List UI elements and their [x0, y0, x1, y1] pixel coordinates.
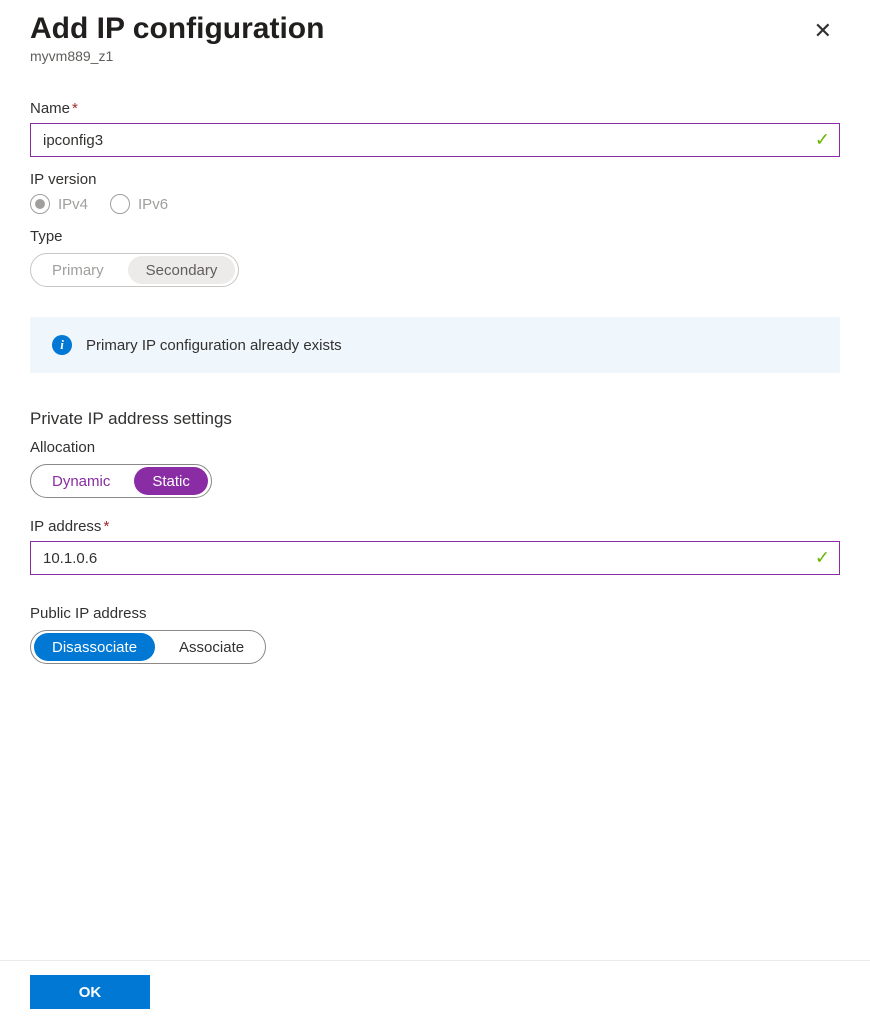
ipversion-label: IP version: [30, 171, 840, 188]
ipaddress-input[interactable]: [30, 541, 840, 575]
name-input[interactable]: [30, 123, 840, 157]
info-banner: i Primary IP configuration already exist…: [30, 317, 840, 373]
public-ip-label: Public IP address: [30, 605, 840, 622]
info-icon: i: [52, 335, 72, 355]
public-ip-associate-option[interactable]: Associate: [161, 633, 262, 661]
radio-checked-icon: [30, 194, 50, 214]
type-toggle: Primary Secondary: [30, 253, 239, 287]
allocation-toggle[interactable]: Dynamic Static: [30, 464, 212, 498]
close-icon[interactable]: ✕: [806, 12, 840, 50]
allocation-dynamic-option[interactable]: Dynamic: [34, 467, 128, 495]
allocation-label: Allocation: [30, 439, 840, 456]
allocation-static-option[interactable]: Static: [134, 467, 208, 495]
checkmark-icon: ✓: [815, 548, 830, 569]
public-ip-toggle[interactable]: Disassociate Associate: [30, 630, 266, 664]
type-secondary-option: Secondary: [128, 256, 236, 284]
ipversion-ipv4-radio: IPv4: [30, 194, 88, 214]
page-title: Add IP configuration: [30, 12, 324, 46]
radio-unchecked-icon: [110, 194, 130, 214]
ipversion-ipv6-radio: IPv6: [110, 194, 168, 214]
private-ip-heading: Private IP address settings: [30, 409, 840, 429]
info-message: Primary IP configuration already exists: [86, 337, 342, 354]
type-label: Type: [30, 228, 840, 245]
public-ip-disassociate-option[interactable]: Disassociate: [34, 633, 155, 661]
page-subtitle: myvm889_z1: [30, 48, 324, 64]
ipaddress-label: IP address*: [30, 518, 840, 535]
ok-button[interactable]: OK: [30, 975, 150, 1009]
type-primary-option: Primary: [34, 256, 122, 284]
name-label: Name*: [30, 100, 840, 117]
checkmark-icon: ✓: [815, 130, 830, 151]
